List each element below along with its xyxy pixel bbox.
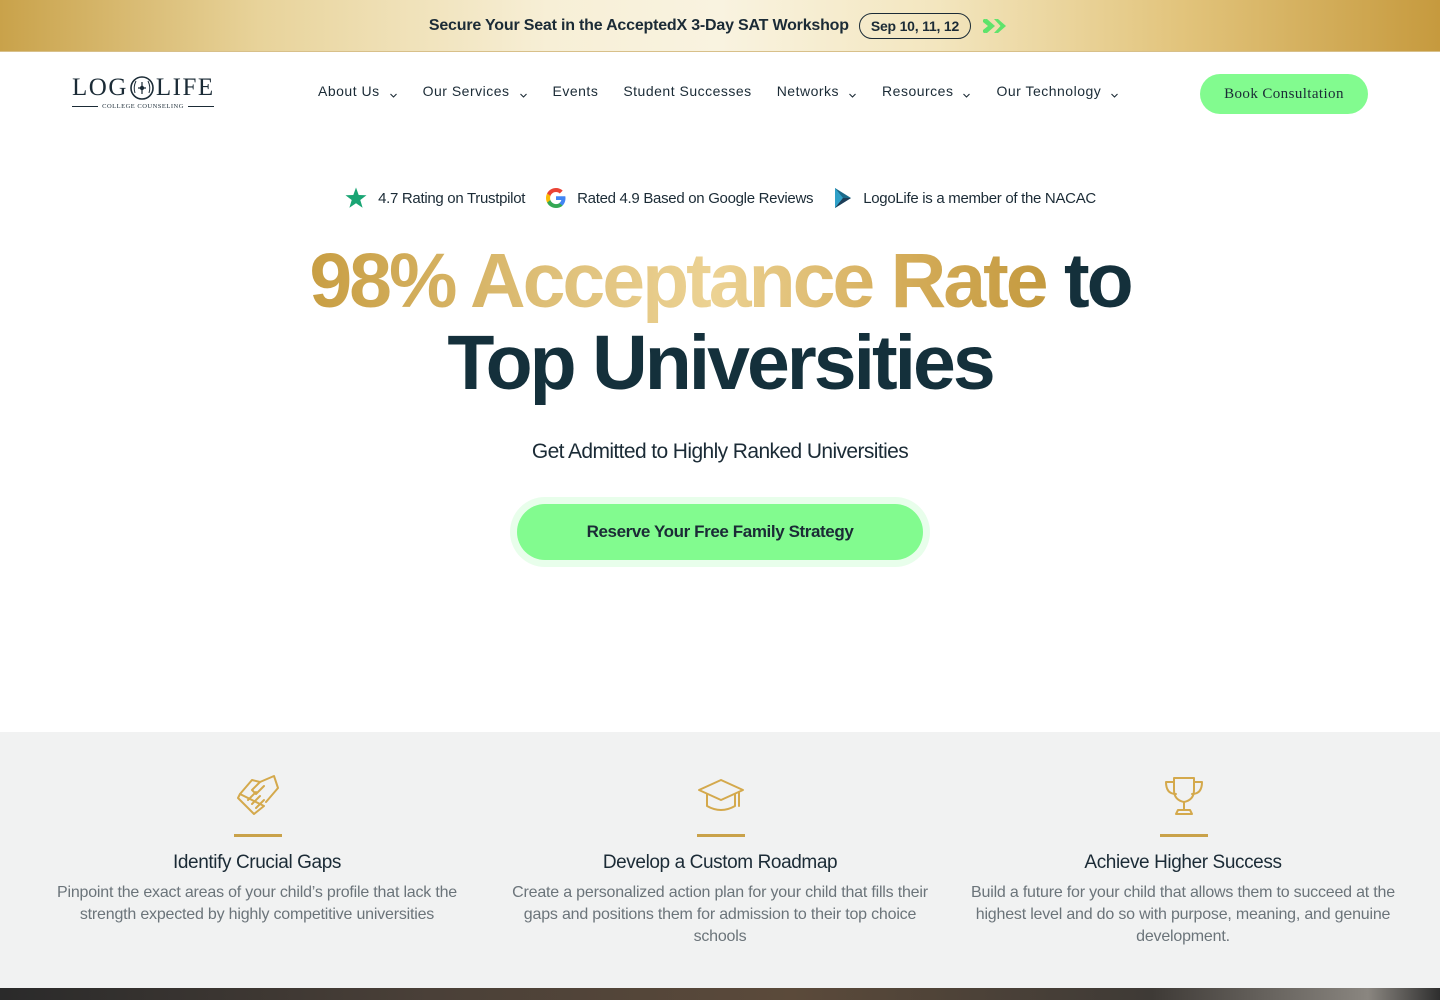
nav-item-our-technology[interactable]: Our Technology	[996, 83, 1119, 99]
main-nav: About Us Our Services Events Student Suc…	[318, 83, 1144, 99]
hero-title-line-2: Top Universities	[447, 320, 995, 406]
rating-text: 4.7 Rating on Trustpilot	[378, 189, 526, 207]
features-section: Identify Crucial Gaps Pinpoint the exact…	[0, 732, 1440, 988]
nav-item-label: Student Successes	[623, 83, 752, 99]
feature-description: Pinpoint the exact areas of your child’s…	[57, 884, 457, 923]
logo[interactable]: LOG LIFE COLLEGE COUNSELING	[72, 74, 215, 114]
double-chevron-right-icon[interactable]	[983, 18, 1011, 34]
chevron-down-icon	[519, 87, 528, 98]
promo-banner[interactable]: Secure Your Seat in the AcceptedX 3-Day …	[0, 0, 1440, 52]
hero-title-connector: to	[1063, 238, 1134, 324]
nav-item-student-successes[interactable]: Student Successes	[623, 83, 751, 99]
reserve-strategy-button[interactable]: Reserve Your Free Family Strategy	[517, 504, 923, 560]
logo-word-left: LOG	[72, 74, 128, 101]
google-icon	[545, 187, 567, 209]
hero-title: 98% Acceptance Rate to Top Universities	[0, 240, 1440, 404]
feature-title: Develop a Custom Roadmap	[602, 852, 838, 873]
nav-item-label: Events	[552, 83, 599, 99]
nav-item-label: Our Technology	[996, 83, 1102, 99]
nav-item-resources[interactable]: Resources	[882, 83, 971, 99]
nacac-icon	[833, 186, 853, 210]
logo-tagline: COLLEGE COUNSELING	[102, 103, 184, 110]
rating-text: Rated 4.9 Based on Google Reviews	[577, 189, 814, 207]
nav-item-label: About Us	[318, 83, 380, 99]
ratings-bar: 4.7 Rating on Trustpilot Rated 4.9 Based…	[0, 184, 1440, 212]
feature-description: Create a personalized action plan for yo…	[512, 884, 928, 945]
nav-item-label: Our Services	[422, 83, 510, 99]
nav-item-our-services[interactable]: Our Services	[423, 83, 528, 99]
feature-title: Achieve Higher Success	[1084, 852, 1282, 873]
promo-dates-badge: Sep 10, 11, 12	[858, 12, 972, 39]
logo-wordmark: LOG LIFE	[72, 74, 214, 102]
rating-trustpilot[interactable]: 4.7 Rating on Trustpilot	[344, 186, 525, 210]
logo-word-right: LIFE	[155, 74, 215, 101]
star-icon	[344, 186, 368, 210]
logo-rule-left	[72, 106, 99, 107]
nav-item-about-us[interactable]: About Us	[318, 83, 398, 99]
chevron-down-icon	[962, 87, 971, 98]
trophy-icon	[1160, 772, 1208, 820]
chevron-down-icon	[848, 87, 857, 98]
hero-subtitle: Get Admitted to Highly Ranked Universiti…	[531, 440, 909, 463]
handshake-icon	[234, 772, 282, 820]
chevron-down-icon	[1110, 87, 1119, 98]
feature-title: Identify Crucial Gaps	[173, 852, 341, 873]
nav-item-label: Resources	[882, 83, 954, 99]
graduation-cap-icon	[697, 772, 745, 820]
hero-title-line-1: 98% Acceptance Rate to	[0, 240, 1440, 322]
hero-cta-glow: Reserve Your Free Family Strategy	[510, 497, 930, 567]
rating-google[interactable]: Rated 4.9 Based on Google Reviews	[545, 187, 814, 209]
next-section-image-edge	[0, 988, 1440, 1000]
rating-text: LogoLife is a member of the NACAC	[863, 189, 1096, 207]
book-consultation-button[interactable]: Book Consultation	[1200, 74, 1368, 114]
logo-rule-right	[187, 106, 215, 107]
nav-item-label: Networks	[776, 83, 840, 99]
rating-nacac[interactable]: LogoLife is a member of the NACAC	[833, 186, 1096, 210]
chevron-down-icon	[389, 87, 398, 98]
nav-item-events[interactable]: Events	[553, 83, 599, 99]
site-header: LOG LIFE COLLEGE COUNSELING About Us Our…	[0, 52, 1440, 136]
feature-divider	[697, 834, 745, 837]
logo-tagline-row: COLLEGE COUNSELING	[72, 103, 215, 110]
feature-description: Build a future for your child that allow…	[971, 884, 1395, 945]
feature-divider	[1160, 834, 1208, 837]
laurel-emblem-icon	[129, 75, 155, 101]
promo-text: Secure Your Seat in the AcceptedX 3-Day …	[428, 16, 849, 34]
feature-divider	[234, 834, 282, 837]
hero-title-highlight: 98% Acceptance Rate	[309, 238, 1048, 324]
nav-item-networks[interactable]: Networks	[777, 83, 857, 99]
